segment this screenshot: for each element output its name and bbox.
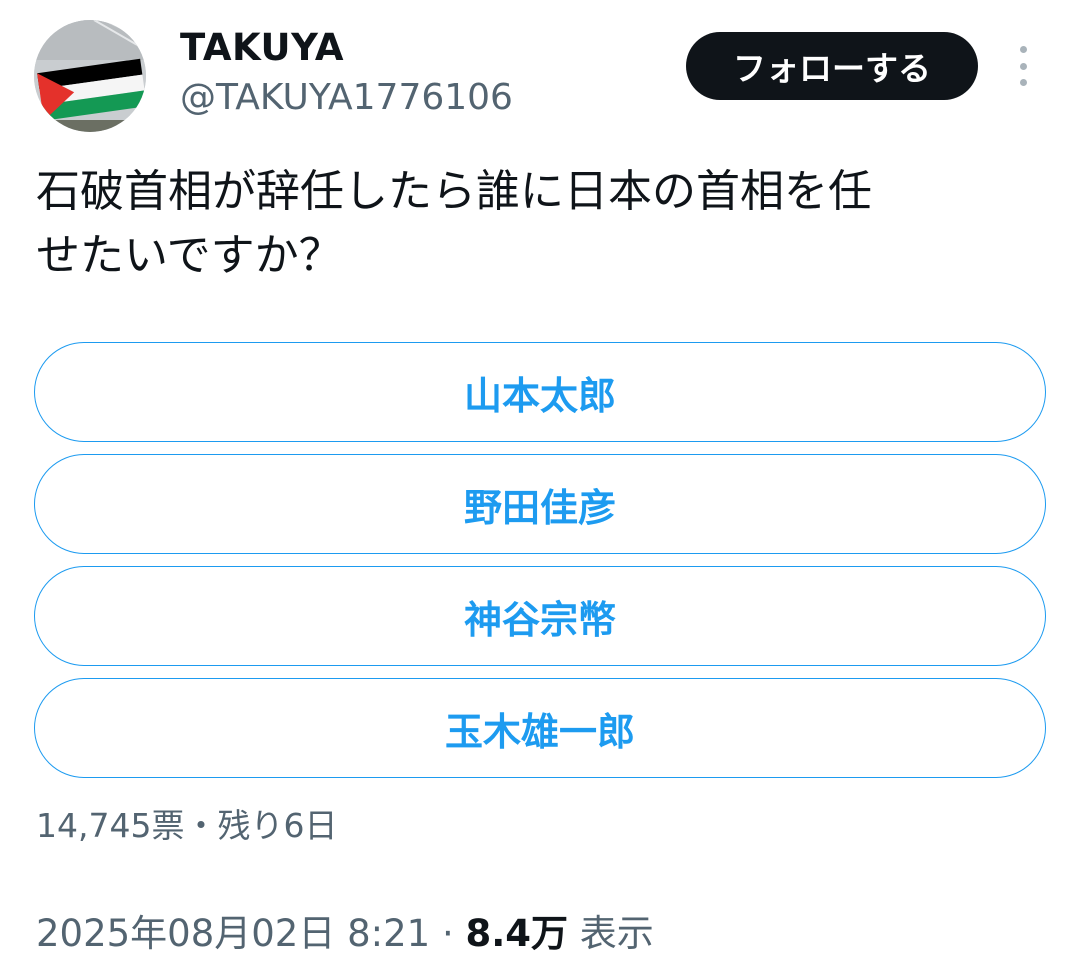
follow-button[interactable]: フォローする [686,32,978,100]
poll: 山本太郎 野田佳彦 神谷宗幣 玉木雄一郎 [34,342,1046,790]
poll-option[interactable]: 玉木雄一郎 [34,678,1046,778]
tweet-text: 石破首相が辞任したら誰に日本の首相を任 せたいですか？ [36,166,872,281]
views-count[interactable]: 8.4万 [465,912,568,955]
more-vertical-icon[interactable] [1008,46,1038,86]
poll-time-remaining: 残り6日 [217,806,338,845]
poll-option[interactable]: 山本太郎 [34,342,1046,442]
user-handle[interactable]: @TAKUYA1776106 [180,76,513,120]
poll-option[interactable]: 神谷宗幣 [34,566,1046,666]
palestine-flag-image [34,20,146,132]
more-dot [1019,79,1027,86]
display-name[interactable]: TAKUYA [180,26,344,70]
poll-vote-count: 14,745票 [36,806,185,845]
tweet-date[interactable]: 2025年08月02日 [36,912,335,955]
timestamp-separator: · [441,912,454,955]
poll-meta: 14,745票・残り6日 [36,806,337,846]
tweet-time[interactable]: 8:21 [347,912,430,955]
poll-meta-separator: ・ [184,806,218,845]
more-dot [1019,62,1027,70]
tweet-header: TAKUYA @TAKUYA1776106 フォローする [0,0,1080,140]
views-label: 表示 [579,912,654,955]
tweet-timestamp: 2025年08月02日 8:21 · 8.4万 表示 [36,912,654,956]
more-dot [1019,46,1027,53]
avatar[interactable] [34,20,146,132]
poll-option[interactable]: 野田佳彦 [34,454,1046,554]
